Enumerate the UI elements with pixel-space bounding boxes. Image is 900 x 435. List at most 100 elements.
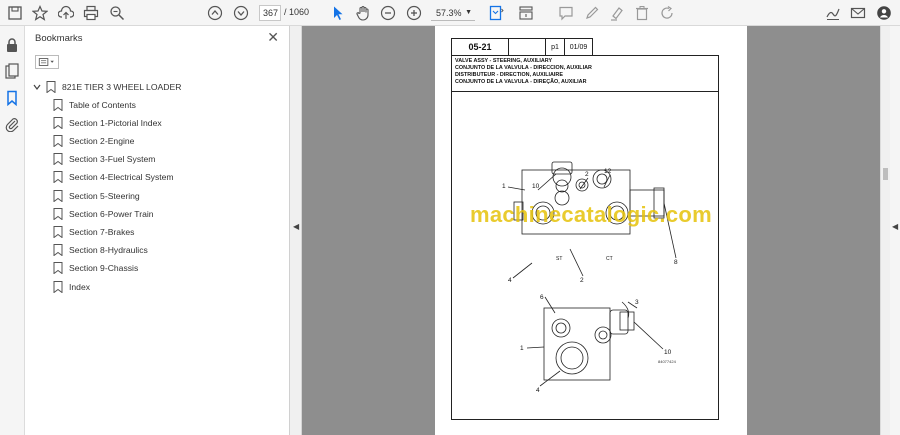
callout-2b: 2 xyxy=(580,277,584,284)
bookmarks-panel: Bookmarks ✕ 821E TIER 3 WHEEL LOADER Tab… xyxy=(25,26,290,435)
account-icon[interactable] xyxy=(874,3,894,23)
page-total: / 1060 xyxy=(284,7,310,17)
callout-12: 12 xyxy=(604,168,612,175)
right-panel-toggle[interactable]: ◀ xyxy=(890,26,900,435)
mail-icon[interactable] xyxy=(848,3,868,23)
vertical-scrollbar[interactable] xyxy=(880,26,890,435)
port-label-st: ST xyxy=(556,256,562,262)
cursor-icon[interactable] xyxy=(328,3,348,23)
bookmark-label: Section 6-Power Train xyxy=(69,209,154,219)
bookmark-section-1[interactable]: Section 1-Pictorial Index xyxy=(53,115,162,131)
callout-2: 2 xyxy=(585,171,589,178)
main-toolbar: 367 / 1060 57.3% ▼ xyxy=(0,0,900,26)
bookmark-section-9[interactable]: Section 9-Chassis xyxy=(53,260,138,276)
attachment-icon[interactable] xyxy=(4,116,20,133)
bookmark-label: Section 2-Engine xyxy=(69,136,135,146)
bookmark-icon xyxy=(53,226,63,238)
bookmark-label: Index xyxy=(69,282,91,292)
title-line-portuguese: CONJUNTO DE LA VALVULA - DIREÇÃO, AUXILI… xyxy=(455,79,587,85)
bookmark-section-8[interactable]: Section 8-Hydraulics xyxy=(53,242,148,258)
bookmark-root[interactable]: 821E TIER 3 WHEEL LOADER xyxy=(33,79,181,95)
bookmark-label: 821E TIER 3 WHEEL LOADER xyxy=(62,82,182,92)
bookmark-section-2[interactable]: Section 2-Engine xyxy=(53,133,134,149)
pen-icon[interactable] xyxy=(582,3,602,23)
drawing-frame: 1 10 2 12 4 2 8 6 3 1 4 10 ST CT xyxy=(451,91,719,420)
page-up-icon[interactable] xyxy=(205,3,225,23)
pdf-viewer-window: 367 / 1060 57.3% ▼ Bookmarks ✕ 821E TIER… xyxy=(0,0,900,435)
bookmark-section-4[interactable]: Section 4-Electrical System xyxy=(53,169,174,185)
bookmark-icon xyxy=(53,117,63,129)
save-icon[interactable] xyxy=(5,3,25,23)
bookmark-label: Section 5-Steering xyxy=(69,191,140,201)
bookmark-section-3[interactable]: Section 3-Fuel System xyxy=(53,151,155,167)
expand-right-icon[interactable]: ◀ xyxy=(892,222,898,231)
drawing-reference-code: 84077424 xyxy=(658,359,676,364)
bookmark-label: Section 4-Electrical System xyxy=(69,172,174,182)
bookmark-icon xyxy=(46,81,56,93)
callout-3: 3 xyxy=(635,299,639,306)
callout-10b: 10 xyxy=(664,349,672,356)
document-viewport[interactable]: 05-21 p1 01/09 VALVE ASSY - STEERING, AU… xyxy=(302,26,880,435)
comment-icon[interactable] xyxy=(556,3,576,23)
close-icon[interactable]: ✕ xyxy=(267,29,279,46)
date-code: 01/09 xyxy=(564,38,593,56)
bookmark-label: Section 8-Hydraulics xyxy=(69,245,148,255)
callout-4b: 4 xyxy=(536,387,540,394)
hand-icon[interactable] xyxy=(353,3,373,23)
bookmark-label: Section 9-Chassis xyxy=(69,263,139,273)
bookmark-label: Section 3-Fuel System xyxy=(69,154,156,164)
scrollbar-thumb[interactable] xyxy=(883,168,888,180)
highlight-icon[interactable] xyxy=(607,3,627,23)
bookmark-table-of-contents[interactable]: Table of Contents xyxy=(53,97,136,113)
header-blank-cell xyxy=(508,38,546,56)
callout-10: 10 xyxy=(532,183,540,190)
bookmark-icon xyxy=(53,244,63,256)
bookmark-section-6[interactable]: Section 6-Power Train xyxy=(53,206,154,222)
bookmark-label: Table of Contents xyxy=(69,100,136,110)
bookmark-label: Section 1-Pictorial Index xyxy=(69,118,162,128)
bookmark-panel-icon[interactable] xyxy=(4,90,20,107)
upload-icon[interactable] xyxy=(56,3,76,23)
rotate-icon[interactable] xyxy=(657,3,677,23)
panel-title: Bookmarks xyxy=(35,33,83,44)
navigation-rail xyxy=(0,26,25,435)
bookmark-icon xyxy=(53,153,63,165)
sign-icon[interactable] xyxy=(823,3,843,23)
document-page: 05-21 p1 01/09 VALVE ASSY - STEERING, AU… xyxy=(435,26,747,435)
bookmark-index[interactable]: Index xyxy=(53,279,90,295)
lock-icon[interactable] xyxy=(4,37,20,53)
fit-page-icon[interactable] xyxy=(486,3,506,23)
delete-icon[interactable] xyxy=(632,3,652,23)
bookmark-icon xyxy=(53,135,63,147)
valve-assembly-drawing: 1 10 2 12 4 2 8 6 3 1 4 10 ST CT xyxy=(502,161,678,394)
page-number-input[interactable]: 367 xyxy=(259,5,281,21)
scroll-mode-icon[interactable] xyxy=(516,3,536,23)
bookmark-section-7[interactable]: Section 7-Brakes xyxy=(53,224,134,240)
bookmark-icon xyxy=(53,171,63,183)
panel-splitter[interactable]: ◀ xyxy=(290,26,302,435)
callout-8: 8 xyxy=(674,259,678,266)
print-icon[interactable] xyxy=(81,3,101,23)
bookmark-options-button[interactable] xyxy=(35,55,59,69)
title-line-spanish: CONJUNTO DE LA VALVULA - DIRECCION, AUXI… xyxy=(455,65,592,71)
callout-6: 6 xyxy=(540,294,544,301)
callout-1: 1 xyxy=(502,183,506,190)
zoom-level-value: 57.3% xyxy=(436,8,462,18)
bookmark-section-5[interactable]: Section 5-Steering xyxy=(53,188,140,204)
title-line-english: VALVE ASSY - STEERING, AUXILIARY xyxy=(455,58,553,64)
bookmark-icon xyxy=(53,190,63,202)
chevron-down-icon: ▼ xyxy=(465,9,472,16)
bookmark-icon xyxy=(53,262,63,274)
pages-thumbnail-icon[interactable] xyxy=(4,63,20,79)
zoom-in-icon[interactable] xyxy=(404,3,424,23)
zoom-out-icon[interactable] xyxy=(378,3,398,23)
section-code: 05-21 xyxy=(451,38,509,56)
collapse-left-icon[interactable]: ◀ xyxy=(293,222,299,231)
zoom-search-icon[interactable] xyxy=(107,3,127,23)
page-down-icon[interactable] xyxy=(231,3,251,23)
zoom-level-dropdown[interactable]: 57.3% ▼ xyxy=(431,5,475,21)
bookmark-icon xyxy=(53,208,63,220)
chevron-down-icon[interactable] xyxy=(33,81,41,93)
port-label-ct: CT xyxy=(606,256,613,262)
star-icon[interactable] xyxy=(30,3,50,23)
